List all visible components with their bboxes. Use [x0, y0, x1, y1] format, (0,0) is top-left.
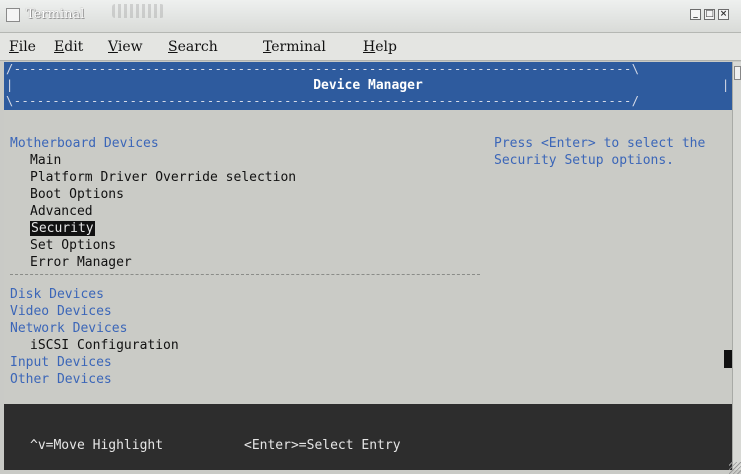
header-border-top: /---------------------------------------… [6, 62, 640, 76]
menu-entry-error-manager[interactable]: Error Manager [30, 254, 132, 271]
screen-title: Device Manager [313, 78, 423, 93]
resize-grip-icon[interactable] [729, 462, 741, 474]
category-video-devices[interactable]: Video Devices [10, 303, 112, 320]
menu-bar: File Edit View Search Terminal Help [0, 33, 741, 61]
footer-select-hint: <Enter>=Select Entry [244, 438, 401, 453]
window-titlebar[interactable]: Terminal _ □ × [0, 0, 741, 33]
scrollbar-thumb[interactable] [734, 66, 741, 80]
category-other-devices[interactable]: Other Devices [10, 371, 112, 388]
maximize-icon[interactable]: □ [704, 9, 715, 20]
menu-view[interactable]: View [108, 39, 143, 55]
menu-entry-set-options[interactable]: Set Options [30, 237, 116, 254]
menu-entry-iscsi-configuration[interactable]: iSCSI Configuration [30, 337, 179, 354]
screen-header: /---------------------------------------… [4, 62, 732, 110]
screen-footer: ^v=Move Highlight <Enter>=Select Entry [4, 404, 732, 470]
footer-move-hint: ^v=Move Highlight [30, 438, 164, 453]
menu-terminal[interactable]: Terminal [263, 39, 326, 55]
header-border-bottom: \---------------------------------------… [6, 94, 640, 108]
menu-search[interactable]: Search [168, 39, 218, 55]
category-motherboard-devices[interactable]: Motherboard Devices [10, 135, 159, 152]
minimize-icon[interactable]: _ [690, 9, 701, 20]
help-text: Press <Enter> to select the Security Set… [494, 136, 706, 168]
category-network-devices[interactable]: Network Devices [10, 320, 127, 337]
terminal-scrollbar[interactable] [732, 62, 741, 470]
text-cursor [724, 350, 732, 368]
terminal-screen[interactable]: /---------------------------------------… [4, 62, 732, 470]
close-icon[interactable]: × [718, 9, 729, 20]
separator-line [10, 274, 480, 275]
menu-file[interactable]: File [9, 39, 36, 55]
menu-entry-platform-driver-override[interactable]: Platform Driver Override selection [30, 169, 296, 186]
category-disk-devices[interactable]: Disk Devices [10, 286, 104, 303]
menu-edit[interactable]: Edit [54, 39, 83, 55]
menu-entry-security-selected[interactable]: Security [30, 220, 95, 237]
menu-help[interactable]: Help [363, 39, 397, 55]
terminal-app-icon [6, 8, 20, 22]
menu-entry-boot-options[interactable]: Boot Options [30, 186, 124, 203]
menu-entry-main[interactable]: Main [30, 152, 61, 169]
window-title: Terminal [26, 7, 85, 22]
menu-entry-advanced[interactable]: Advanced [30, 203, 93, 220]
category-input-devices[interactable]: Input Devices [10, 354, 112, 371]
title-decoration [112, 4, 164, 18]
